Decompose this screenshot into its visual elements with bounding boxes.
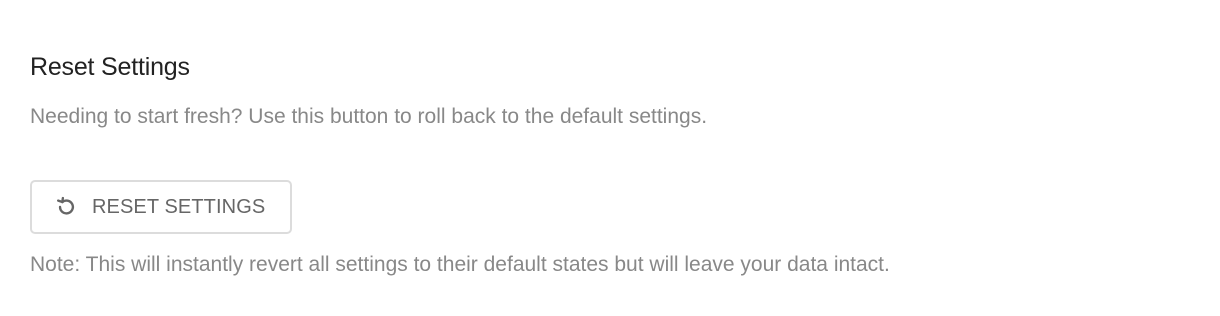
reset-settings-button-label: RESET SETTINGS — [92, 195, 266, 218]
reset-note: Note: This will instantly revert all set… — [30, 253, 890, 276]
undo-icon — [55, 196, 77, 218]
section-title: Reset Settings — [30, 53, 190, 81]
section-description: Needing to start fresh? Use this button … — [30, 105, 708, 128]
reset-settings-button[interactable]: RESET SETTINGS — [30, 180, 292, 234]
